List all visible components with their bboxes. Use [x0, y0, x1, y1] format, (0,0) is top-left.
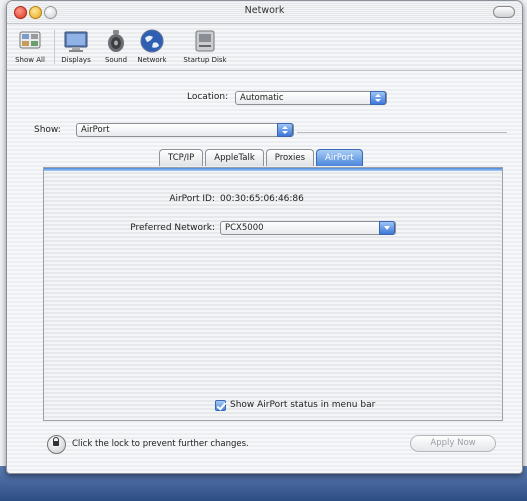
toolbar-network[interactable]: Network — [131, 28, 173, 64]
toolbar-displays[interactable]: Displays — [55, 28, 97, 64]
preferred-network-label: Preferred Network: — [130, 223, 215, 233]
location-label: Location: — [187, 92, 229, 102]
tab-bar: TCP/IP AppleTalk Proxies AirPort — [159, 149, 365, 167]
apply-now-button[interactable]: Apply Now — [410, 435, 496, 452]
toolbar-label: Show All — [15, 56, 45, 64]
toolbar-startup-disk[interactable]: Startup Disk — [177, 28, 233, 64]
show-status-checkbox[interactable] — [215, 400, 226, 411]
toolbar-label: Displays — [61, 56, 91, 64]
sound-icon — [103, 28, 129, 54]
tab-appletalk[interactable]: AppleTalk — [205, 149, 264, 166]
toolbar-label: Startup Disk — [183, 56, 227, 64]
lock-hint-text: Click the lock to prevent further change… — [72, 439, 249, 449]
show-label: Show: — [34, 125, 61, 135]
panel-accent-line — [44, 168, 502, 171]
toolbar-toggle-button[interactable] — [493, 6, 515, 18]
network-icon — [139, 28, 165, 54]
toolbar-show-all[interactable]: Show All — [9, 28, 51, 64]
airport-id-label: AirPort ID: — [169, 194, 215, 204]
title-bar[interactable]: Network — [7, 1, 522, 24]
lock-icon[interactable] — [47, 435, 66, 454]
toolbar: Show All Displays Sound Network Startup … — [7, 24, 522, 71]
location-value: Automatic — [240, 93, 284, 103]
show-status-checkbox-label[interactable]: Show AirPort status in menu bar — [230, 400, 375, 410]
toolbar-label: Network — [137, 56, 167, 64]
displays-icon — [63, 28, 89, 54]
network-preferences-window: Network Show All Displays Sound Network … — [6, 0, 523, 474]
preferred-network-combobox[interactable]: PCX5000 — [220, 221, 396, 235]
tab-tcp-ip[interactable]: TCP/IP — [159, 149, 204, 166]
tab-airport[interactable]: AirPort — [316, 149, 363, 166]
chevron-updown-icon — [370, 91, 386, 105]
airport-id-value: 00:30:65:06:46:86 — [220, 194, 304, 204]
chevron-down-icon — [379, 221, 395, 235]
startup-disk-icon — [192, 28, 218, 54]
show-value: AirPort — [81, 125, 110, 135]
chevron-updown-icon — [277, 123, 293, 137]
divider — [297, 132, 507, 133]
tab-proxies[interactable]: Proxies — [265, 149, 315, 166]
location-popup[interactable]: Automatic — [235, 91, 387, 105]
show-popup[interactable]: AirPort — [76, 123, 294, 137]
preferred-network-value: PCX5000 — [225, 223, 264, 233]
show-all-icon — [17, 28, 43, 54]
airport-panel: AirPort ID: 00:30:65:06:46:86 Preferred … — [43, 167, 503, 421]
window-title: Network — [244, 5, 285, 16]
